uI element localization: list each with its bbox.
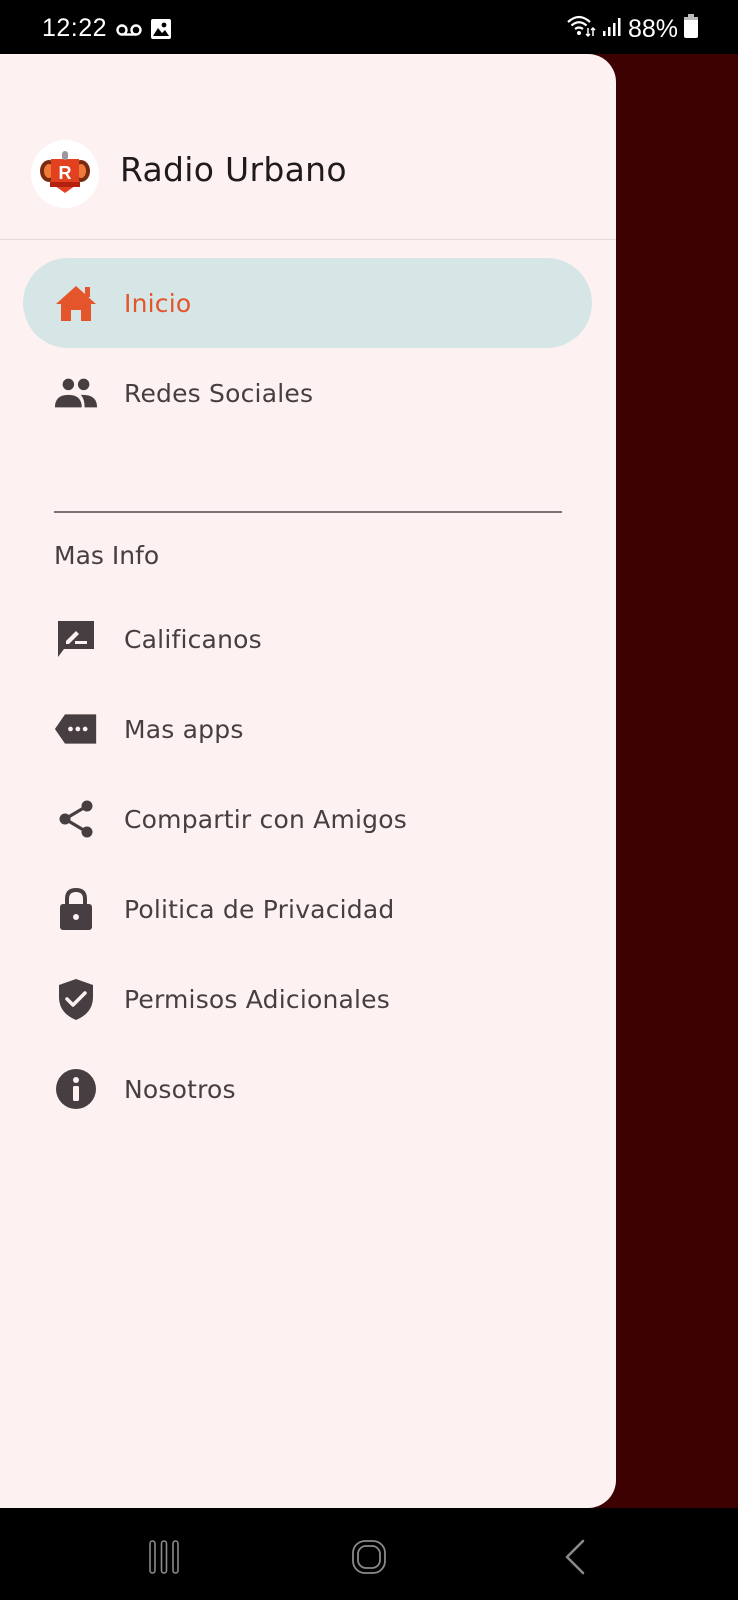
more-apps-icon — [54, 707, 98, 751]
nav-label: Calificanos — [124, 624, 262, 654]
nav-label: Nosotros — [124, 1074, 236, 1104]
nav-item-politica-privacidad[interactable]: Politica de Privacidad — [23, 864, 592, 954]
nav-item-mas-apps[interactable]: Mas apps — [23, 684, 592, 774]
signal-icon — [602, 15, 622, 44]
image-icon — [150, 18, 172, 44]
drawer-header: R Radio Urbano — [0, 54, 616, 240]
battery-level: 88% — [627, 15, 678, 43]
nav-label: Permisos Adicionales — [124, 984, 390, 1014]
info-icon — [54, 1067, 98, 1111]
divider — [54, 511, 562, 513]
back-button[interactable] — [562, 1539, 588, 1575]
nav-item-compartir[interactable]: Compartir con Amigos — [23, 774, 592, 864]
nav-item-nosotros[interactable]: Nosotros — [23, 1044, 592, 1134]
verified-shield-icon — [54, 977, 98, 1021]
share-icon — [54, 797, 98, 841]
nav-label: Inicio — [124, 288, 192, 318]
home-icon — [54, 281, 98, 325]
nav-label: Mas apps — [124, 714, 244, 744]
nav-label: Compartir con Amigos — [124, 804, 407, 834]
voicemail-icon — [116, 22, 142, 41]
back-icon — [565, 1539, 585, 1575]
recents-button[interactable] — [146, 1540, 182, 1574]
recents-icon — [149, 1540, 179, 1574]
lock-icon — [54, 887, 98, 931]
section-title-mas-info: Mas Info — [54, 541, 160, 570]
battery-icon — [684, 14, 698, 45]
status-time: 12:22 — [42, 14, 108, 42]
nav-item-permisos[interactable]: Permisos Adicionales — [23, 954, 592, 1044]
nav-item-inicio[interactable]: Inicio — [23, 258, 592, 348]
nav-label: Redes Sociales — [124, 378, 314, 408]
rate-review-icon — [54, 617, 98, 661]
svg-text:R: R — [59, 163, 72, 183]
nav-item-redes-sociales[interactable]: Redes Sociales — [23, 348, 592, 438]
status-bar: 12:22 88% — [0, 0, 738, 54]
app-logo: R — [31, 140, 99, 208]
navigation-drawer: R Radio Urbano Inicio Redes Sociales Mas… — [0, 54, 616, 1508]
home-nav-icon — [352, 1540, 386, 1574]
home-button[interactable] — [350, 1540, 388, 1574]
people-icon — [54, 371, 98, 415]
app-title: Radio Urbano — [120, 150, 347, 189]
wifi-icon — [566, 14, 596, 45]
nav-label: Politica de Privacidad — [124, 894, 395, 924]
nav-item-calificanos[interactable]: Calificanos — [23, 594, 592, 684]
